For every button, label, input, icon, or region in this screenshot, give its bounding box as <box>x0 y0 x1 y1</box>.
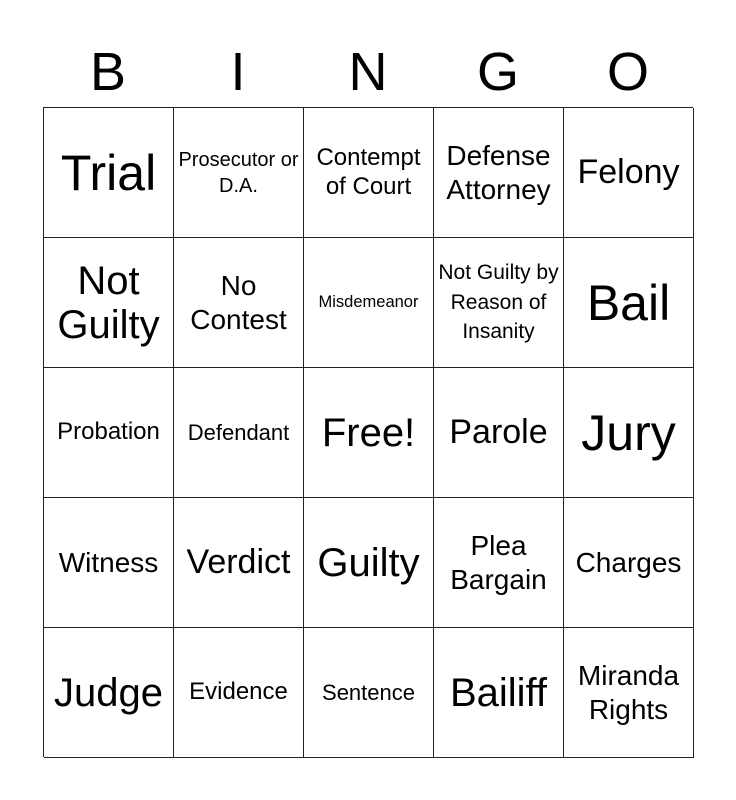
bingo-cell[interactable]: Jury <box>564 368 694 498</box>
bingo-cell[interactable]: Guilty <box>304 498 434 628</box>
bingo-cell[interactable]: Charges <box>564 498 694 628</box>
bingo-cell[interactable]: Judge <box>44 628 174 758</box>
bingo-cell[interactable]: Defense Attorney <box>434 108 564 238</box>
bingo-cell[interactable]: Miranda Rights <box>564 628 694 758</box>
bingo-cell[interactable]: Bailiff <box>434 628 564 758</box>
bingo-cell[interactable]: Contempt of Court <box>304 108 434 238</box>
bingo-cell[interactable]: No Contest <box>174 238 304 368</box>
bingo-cell[interactable]: Not Guilty <box>44 238 174 368</box>
bingo-cell[interactable]: Parole <box>434 368 564 498</box>
bingo-cell[interactable]: Bail <box>564 238 694 368</box>
free-space-cell[interactable]: Free! <box>304 368 434 498</box>
header-letter-i: I <box>230 42 246 102</box>
bingo-cell[interactable]: Evidence <box>174 628 304 758</box>
bingo-cell[interactable]: Plea Bargain <box>434 498 564 628</box>
header-letter-g: G <box>476 42 519 102</box>
header-letter-b: B <box>89 42 127 102</box>
bingo-cell[interactable]: Defendant <box>174 368 304 498</box>
bingo-cell[interactable]: Prosecutor or D.A. <box>174 108 304 238</box>
bingo-cell[interactable]: Misdemeanor <box>304 238 434 368</box>
header-letter-o: O <box>606 42 649 102</box>
bingo-cell[interactable]: Sentence <box>304 628 434 758</box>
bingo-header: B I N G O <box>43 40 693 104</box>
bingo-cell[interactable]: Verdict <box>174 498 304 628</box>
bingo-cell[interactable]: Witness <box>44 498 174 628</box>
bingo-cell[interactable]: Not Guilty by Reason of Insanity <box>434 238 564 368</box>
bingo-cell[interactable]: Felony <box>564 108 694 238</box>
header-letter-n: N <box>348 42 388 102</box>
bingo-card-grid: Trial Prosecutor or D.A. Contempt of Cou… <box>43 107 694 758</box>
bingo-cell[interactable]: Trial <box>44 108 174 238</box>
bingo-cell[interactable]: Probation <box>44 368 174 498</box>
